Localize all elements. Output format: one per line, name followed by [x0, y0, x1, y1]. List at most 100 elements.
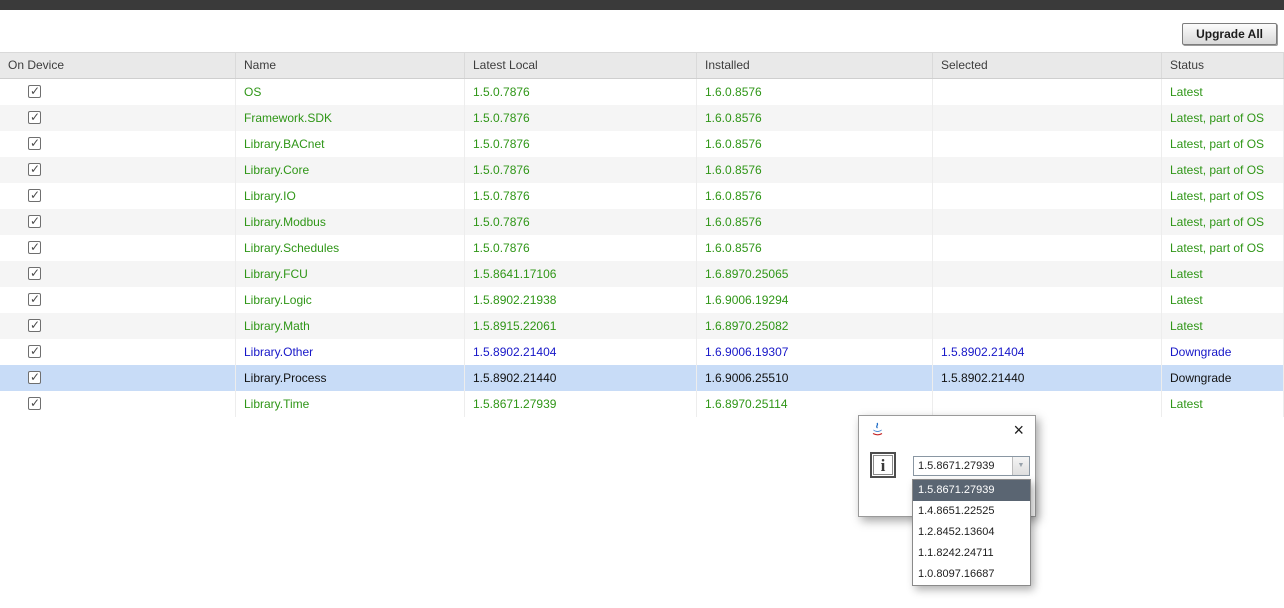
on-device-checkbox[interactable]: ✓ [28, 163, 41, 176]
column-header-selected[interactable]: Selected [933, 53, 1162, 78]
dropdown-option[interactable]: 1.1.8242.24711 [913, 543, 1030, 564]
row-installed: 1.6.8970.25082 [697, 313, 933, 339]
dialog-titlebar[interactable]: × [859, 416, 1035, 446]
on-device-checkbox[interactable]: ✓ [28, 137, 41, 150]
info-icon: i [870, 452, 896, 478]
table-row[interactable]: ✓ Library.Time 1.5.8671.27939 1.6.8970.2… [0, 391, 1284, 417]
checkmark-icon: ✓ [30, 209, 40, 234]
checkmark-icon: ✓ [30, 235, 40, 260]
checkmark-icon: ✓ [30, 339, 40, 364]
dropdown-option[interactable]: 1.4.8651.22525 [913, 501, 1030, 522]
on-device-cell: ✓ [0, 183, 236, 209]
on-device-checkbox[interactable]: ✓ [28, 111, 41, 124]
table-row[interactable]: ✓ Framework.SDK 1.5.0.7876 1.6.0.8576 La… [0, 105, 1284, 131]
on-device-cell: ✓ [0, 131, 236, 157]
row-selected-version [933, 209, 1162, 235]
toolbar: Upgrade All [0, 10, 1284, 52]
upgrade-manager-window: Upgrade All On Device Name Latest Local … [0, 0, 1284, 608]
table-row[interactable]: ✓ Library.Math 1.5.8915.22061 1.6.8970.2… [0, 313, 1284, 339]
row-latest-local: 1.5.8915.22061 [465, 313, 697, 339]
row-status: Latest, part of OS [1162, 235, 1284, 261]
row-latest-local: 1.5.8671.27939 [465, 391, 697, 417]
table-row[interactable]: ✓ OS 1.5.0.7876 1.6.0.8576 Latest [0, 79, 1284, 105]
row-latest-local: 1.5.0.7876 [465, 79, 697, 105]
column-header-installed[interactable]: Installed [697, 53, 933, 78]
on-device-checkbox[interactable]: ✓ [28, 189, 41, 202]
column-header-status[interactable]: Status [1162, 53, 1284, 78]
on-device-checkbox[interactable]: ✓ [28, 85, 41, 98]
row-installed: 1.6.8970.25114 [697, 391, 933, 417]
on-device-cell: ✓ [0, 261, 236, 287]
on-device-cell: ✓ [0, 287, 236, 313]
on-device-checkbox[interactable]: ✓ [28, 267, 41, 280]
row-name: Library.Logic [236, 287, 465, 313]
version-dropdown-list[interactable]: 1.5.8671.279391.4.8651.225251.2.8452.136… [912, 479, 1031, 586]
on-device-cell: ✓ [0, 391, 236, 417]
table-header: On Device Name Latest Local Installed Se… [0, 52, 1284, 79]
column-header-on-device[interactable]: On Device [0, 53, 236, 78]
dropdown-option[interactable]: 1.2.8452.13604 [913, 522, 1030, 543]
row-latest-local: 1.5.0.7876 [465, 235, 697, 261]
on-device-checkbox[interactable]: ✓ [28, 215, 41, 228]
row-latest-local: 1.5.0.7876 [465, 157, 697, 183]
row-name: Library.IO [236, 183, 465, 209]
row-installed: 1.6.0.8576 [697, 235, 933, 261]
table-row[interactable]: ✓ Library.BACnet 1.5.0.7876 1.6.0.8576 L… [0, 131, 1284, 157]
combobox-value: 1.5.8671.27939 [918, 460, 994, 472]
on-device-cell: ✓ [0, 79, 236, 105]
row-status: Latest [1162, 391, 1284, 417]
row-name: Framework.SDK [236, 105, 465, 131]
on-device-checkbox[interactable]: ✓ [28, 371, 41, 384]
row-status: Latest [1162, 313, 1284, 339]
table-row[interactable]: ✓ Library.FCU 1.5.8641.17106 1.6.8970.25… [0, 261, 1284, 287]
row-status: Latest [1162, 261, 1284, 287]
row-selected-version [933, 157, 1162, 183]
row-installed: 1.6.9006.25510 [697, 365, 933, 391]
table-row[interactable]: ✓ Library.Modbus 1.5.0.7876 1.6.0.8576 L… [0, 209, 1284, 235]
checkmark-icon: ✓ [30, 261, 40, 286]
on-device-checkbox[interactable]: ✓ [28, 319, 41, 332]
row-selected-version: 1.5.8902.21404 [933, 339, 1162, 365]
row-latest-local: 1.5.8641.17106 [465, 261, 697, 287]
row-name: Library.BACnet [236, 131, 465, 157]
dropdown-option[interactable]: 1.5.8671.27939 [913, 480, 1030, 501]
table-row[interactable]: ✓ Library.IO 1.5.0.7876 1.6.0.8576 Lates… [0, 183, 1284, 209]
on-device-checkbox[interactable]: ✓ [28, 293, 41, 306]
column-header-latest-local[interactable]: Latest Local [465, 53, 697, 78]
row-selected-version [933, 105, 1162, 131]
row-status: Latest, part of OS [1162, 209, 1284, 235]
row-installed: 1.6.0.8576 [697, 105, 933, 131]
row-selected-version [933, 131, 1162, 157]
on-device-cell: ✓ [0, 339, 236, 365]
table-row[interactable]: ✓ Library.Core 1.5.0.7876 1.6.0.8576 Lat… [0, 157, 1284, 183]
on-device-checkbox[interactable]: ✓ [28, 241, 41, 254]
on-device-cell: ✓ [0, 157, 236, 183]
chevron-down-icon[interactable]: ▼ [1012, 457, 1029, 475]
row-selected-version [933, 391, 1162, 417]
row-name: Library.Modbus [236, 209, 465, 235]
row-status: Latest, part of OS [1162, 183, 1284, 209]
on-device-checkbox[interactable]: ✓ [28, 397, 41, 410]
upgrade-all-button[interactable]: Upgrade All [1182, 23, 1277, 45]
row-selected-version [933, 261, 1162, 287]
close-icon[interactable]: × [1013, 419, 1024, 441]
column-header-name[interactable]: Name [236, 53, 465, 78]
row-name: Library.Core [236, 157, 465, 183]
checkmark-icon: ✓ [30, 157, 40, 182]
row-name: OS [236, 79, 465, 105]
row-installed: 1.6.8970.25065 [697, 261, 933, 287]
row-selected-version [933, 235, 1162, 261]
on-device-cell: ✓ [0, 209, 236, 235]
on-device-checkbox[interactable]: ✓ [28, 345, 41, 358]
row-name: Library.Math [236, 313, 465, 339]
table-row[interactable]: ✓ Library.Schedules 1.5.0.7876 1.6.0.857… [0, 235, 1284, 261]
table-row[interactable]: ✓ Library.Logic 1.5.8902.21938 1.6.9006.… [0, 287, 1284, 313]
dropdown-option[interactable]: 1.0.8097.16687 [913, 564, 1030, 585]
version-combobox[interactable]: 1.5.8671.27939 ▼ [913, 456, 1030, 476]
row-latest-local: 1.5.0.7876 [465, 183, 697, 209]
row-status: Latest [1162, 79, 1284, 105]
table-row[interactable]: ✓ Library.Process 1.5.8902.21440 1.6.900… [0, 365, 1284, 391]
row-status: Downgrade [1162, 365, 1284, 391]
row-installed: 1.6.9006.19307 [697, 339, 933, 365]
table-row[interactable]: ✓ Library.Other 1.5.8902.21404 1.6.9006.… [0, 339, 1284, 365]
